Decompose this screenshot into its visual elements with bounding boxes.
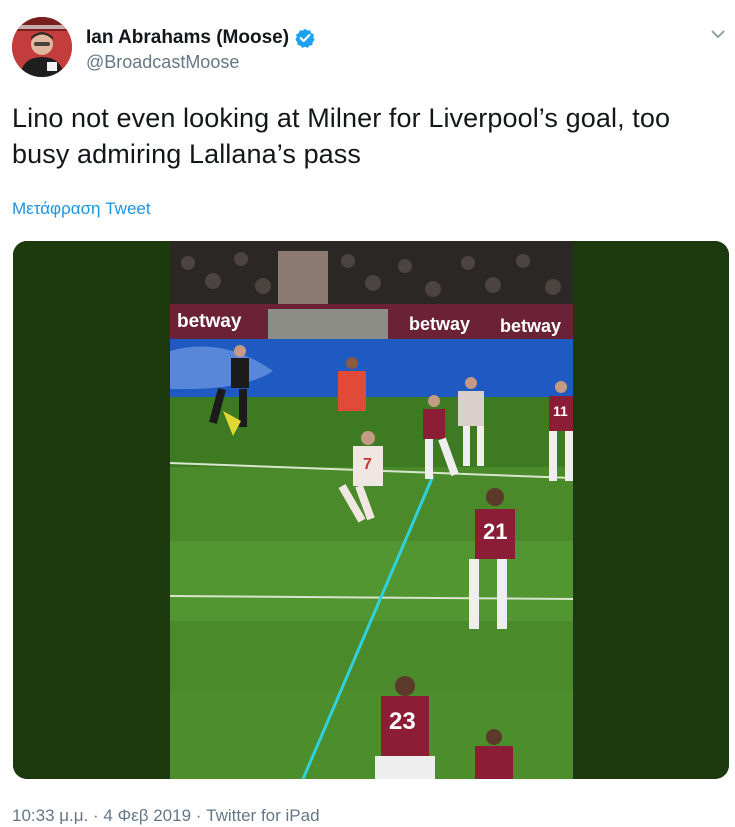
translate-tweet-link[interactable]: Μετάφραση Tweet (12, 199, 151, 219)
verified-badge-icon (295, 28, 315, 48)
chevron-down-icon[interactable] (710, 26, 726, 42)
author-name-row[interactable]: Ian Abrahams (Moose) (86, 27, 315, 49)
match-photo: betway betway betway 7 11 21 23 (169, 241, 574, 779)
shirt-number-11: 11 (553, 403, 568, 419)
display-name[interactable]: Ian Abrahams (Moose) (86, 27, 289, 49)
shirt-number-23: 23 (389, 708, 416, 735)
avatar[interactable] (12, 17, 72, 77)
tweet-card: Ian Abrahams (Moose) @BroadcastMoose Lin… (0, 0, 735, 827)
tweet-text: Lino not even looking at Milner for Live… (12, 103, 671, 169)
ad-board-betway-3: betway (500, 316, 561, 336)
shirt-number-7: 7 (363, 456, 372, 473)
tweet-timestamp[interactable]: 10:33 μ.μ. · 4 Φεβ 2019 · Twitter for iP… (12, 806, 320, 826)
user-handle[interactable]: @BroadcastMoose (86, 52, 239, 73)
tweet-media-image[interactable]: betway betway betway 7 11 21 23 (13, 241, 729, 779)
shirt-number-21: 21 (483, 519, 507, 544)
ad-board-betway-1: betway (177, 311, 242, 332)
ad-board-betway-2: betway (409, 314, 470, 334)
